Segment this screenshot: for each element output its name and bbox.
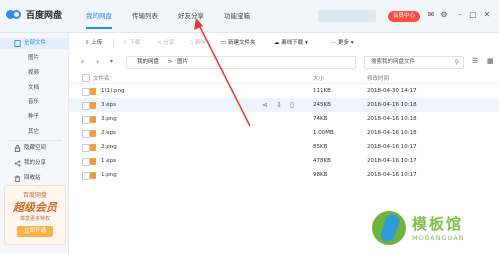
watermark-emblem <box>372 211 406 245</box>
watermark-logo: 模板馆 MOBANGUAN <box>366 209 496 253</box>
watermark-subtitle: MOBANGUAN <box>412 234 465 242</box>
watermark-title: 模板馆 <box>412 215 464 233</box>
